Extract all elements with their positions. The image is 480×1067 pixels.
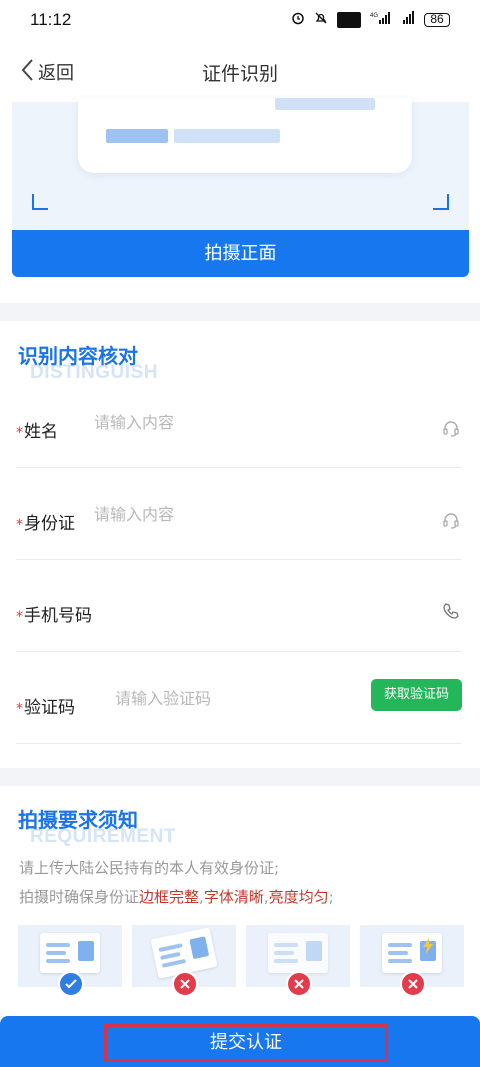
check-icon xyxy=(58,971,84,997)
submit-button[interactable]: 提交认证 xyxy=(104,1024,388,1062)
form-row-code: *验证码 获取验证码 xyxy=(16,652,462,744)
phone-input[interactable] xyxy=(116,597,416,621)
battery-icon: 86 xyxy=(424,12,450,27)
id-card-illustration xyxy=(382,933,442,973)
sample-tilted xyxy=(132,925,236,997)
section-title: 识别内容核对 xyxy=(18,344,138,368)
section-divider xyxy=(0,303,480,321)
cross-icon xyxy=(286,971,312,997)
status-bar: 11:12 HD 4G 86 xyxy=(0,0,480,40)
verify-section-header: DISTINGUISH 识别内容核对 xyxy=(18,340,157,383)
cross-icon xyxy=(400,971,426,997)
notice-line-1: 请上传大陆公民持有的本人有效身份证; xyxy=(19,859,280,877)
sample-glare xyxy=(360,925,464,997)
id-capture-area[interactable] xyxy=(12,98,469,230)
id-card-illustration xyxy=(268,933,328,973)
headset-icon[interactable] xyxy=(442,511,460,533)
section-title: 拍摄要求须知 xyxy=(18,808,138,832)
signal-icon-2 xyxy=(403,11,415,28)
form-row-phone: *手机号码 xyxy=(16,560,462,652)
svg-text:4G: 4G xyxy=(370,13,378,19)
signal-icon: 4G xyxy=(370,11,394,28)
hd-icon: HD xyxy=(336,11,361,28)
flash-icon xyxy=(423,938,433,954)
sample-blurry xyxy=(246,925,350,997)
capture-front-button[interactable]: 拍摄正面 xyxy=(12,230,469,277)
get-code-button[interactable]: 获取验证码 xyxy=(371,679,462,711)
frame-corner-bottom-left xyxy=(32,194,48,210)
notice-line-2: 拍摄时确保身份证边框完整,字体清晰,亮度均匀; xyxy=(19,888,334,906)
nav-bar: 返回 证件识别 xyxy=(0,40,480,102)
field-label: *姓名 xyxy=(16,422,58,442)
id-card-illustration xyxy=(78,98,412,173)
mute-icon xyxy=(314,11,328,28)
page-title: 证件识别 xyxy=(201,63,278,85)
frame-corner-bottom-right xyxy=(433,194,449,210)
id-card-illustration xyxy=(40,933,100,973)
verification-code-input[interactable] xyxy=(115,686,355,710)
card-bar xyxy=(106,129,168,143)
form-row-name: *姓名 xyxy=(16,376,462,468)
phone-icon[interactable] xyxy=(442,602,460,624)
name-input[interactable] xyxy=(94,410,394,434)
section-divider xyxy=(0,768,480,786)
field-label: *手机号码 xyxy=(16,606,92,626)
form-row-id: *身份证 xyxy=(16,468,462,560)
headset-icon[interactable] xyxy=(442,419,460,441)
alarm-icon xyxy=(291,11,305,28)
sample-correct xyxy=(18,925,122,997)
card-bar xyxy=(174,129,280,143)
card-bar xyxy=(275,98,375,110)
id-number-input[interactable] xyxy=(94,502,394,526)
status-icons: HD 4G 86 xyxy=(291,11,450,28)
field-label: *身份证 xyxy=(16,514,75,534)
requirement-section-header: REQUIREMENT 拍摄要求须知 xyxy=(18,804,175,847)
cross-icon xyxy=(172,971,198,997)
field-label: *验证码 xyxy=(16,698,75,718)
status-time: 11:12 xyxy=(30,10,72,29)
